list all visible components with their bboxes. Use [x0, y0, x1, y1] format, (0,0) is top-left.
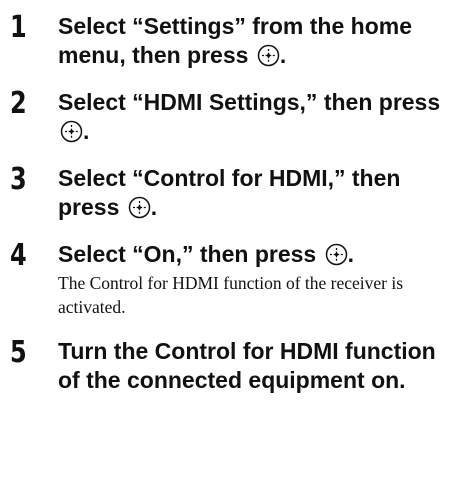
step-title-text: Select “On,” then press — [58, 241, 317, 267]
step-title-end: . — [83, 118, 90, 144]
step-title-text: Select “Control for HDMI,” then press — [58, 165, 401, 220]
step-title-text: Select “HDMI Settings,” then press — [58, 89, 441, 115]
step-title: Turn the Control for HDMI function of th… — [58, 337, 450, 395]
step-number: 3 — [10, 162, 27, 197]
step-1: 1 Select “Settings” from the home menu, … — [6, 12, 450, 70]
step-title-end: . — [150, 194, 158, 220]
step-title-text: Select “Settings” from the home menu, th… — [58, 13, 413, 68]
enter-button-icon — [60, 120, 83, 143]
step-title-end: . — [347, 241, 354, 267]
page: { "steps": [ {"number": "1", "title_pre"… — [0, 0, 454, 479]
enter-button-icon — [325, 243, 348, 266]
step-3: 3 Select “Control for HDMI,” then press … — [6, 164, 450, 222]
step-title-text: Turn the Control for HDMI function of th… — [58, 338, 436, 393]
enter-button-icon — [128, 196, 151, 219]
step-title: Select “Settings” from the home menu, th… — [58, 12, 450, 70]
step-2: 2 Select “HDMI Settings,” then press . — [6, 88, 450, 146]
enter-button-icon — [257, 44, 280, 67]
instruction-steps: 1 Select “Settings” from the home menu, … — [6, 0, 450, 395]
step-5: 5 Turn the Control for HDMI function of … — [6, 337, 450, 395]
step-title: Select “HDMI Settings,” then press . — [58, 88, 450, 146]
step-number: 1 — [10, 10, 27, 45]
step-title-end: . — [279, 42, 287, 68]
step-4: 4 Select “On,” then press . The Control … — [6, 240, 450, 319]
step-number: 2 — [10, 86, 27, 121]
step-number: 4 — [10, 238, 27, 273]
step-note: The Control for HDMI function of the rec… — [58, 273, 404, 317]
step-title: Select “On,” then press . — [58, 240, 450, 269]
step-title: Select “Control for HDMI,” then press . — [58, 164, 450, 222]
step-number: 5 — [10, 335, 27, 370]
